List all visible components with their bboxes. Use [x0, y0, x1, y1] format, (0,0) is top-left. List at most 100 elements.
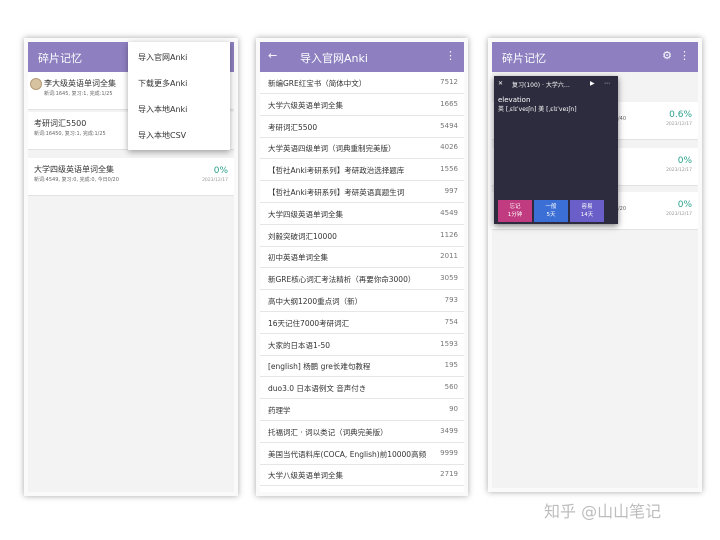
more-vert-icon[interactable]: ⋮ — [445, 49, 456, 62]
deck-row-name: 大学四级英语单词全集 — [268, 209, 343, 219]
deck-row-count: 793 — [444, 296, 458, 304]
gear-icon[interactable]: ⚙ — [662, 49, 672, 62]
deck-row-count: 3059 — [440, 274, 458, 283]
deck-row[interactable]: 新GRE核心词汇考法精析（再要你命3000） 3059 — [260, 268, 464, 291]
deck-list: 新编GRE红宝书（简体中文） 7512 大学六级英语单词全集 1665 考研词汇5500… — [260, 72, 464, 492]
deck-row-count: 2011 — [440, 252, 458, 261]
deck-row[interactable]: 药理学 90 — [260, 399, 464, 421]
deck-date: 2023/12/17 — [666, 122, 692, 127]
menu-item-import-local-anki[interactable]: 导入本地Anki — [138, 104, 187, 115]
deck-row[interactable]: duo3.0 日本语例文 音声付き 560 — [260, 377, 464, 400]
deck-row-name: duo3.0 日本语例文 音声付き — [268, 384, 367, 394]
deck-row[interactable]: 新编GRE红宝书（简体中文） 7512 — [260, 72, 464, 94]
deck-row[interactable]: 美国当代语料库(COCA, English)前10000高频 9999 — [260, 443, 464, 465]
answer-normal-button[interactable]: 一般 5天 — [534, 200, 568, 222]
watermark: 知乎 @山山笔记 — [544, 502, 662, 521]
close-icon[interactable]: ✕ — [498, 80, 503, 87]
deck-date: 2023/12/17 — [202, 178, 228, 183]
menu-item-import-local-csv[interactable]: 导入本地CSV — [138, 130, 186, 141]
review-word: elevation — [498, 96, 531, 104]
deck-info: /20 — [618, 206, 627, 212]
answer-label: 一般 — [545, 204, 557, 210]
deck-row-count: 4026 — [440, 143, 458, 152]
deck-row-count: 1126 — [440, 230, 458, 239]
phone-screen-review: 碎片记忆 ⚙ ⋮ /40 0.6% 2023/12/17 0% 2023/12/… — [488, 38, 702, 492]
overflow-menu: 导入官网Anki 下载更多Anki 导入本地Anki 导入本地CSV — [128, 42, 230, 150]
deck-row-count: 9999 — [440, 448, 458, 457]
deck-row-count: 4549 — [440, 208, 458, 217]
deck-row-count: 195 — [444, 361, 458, 370]
phone-screen-import-list: ← 导入官网Anki ⋮ 新编GRE红宝书（简体中文） 7512 大学六级英语单词全… — [256, 38, 468, 496]
deck-row-count: 90 — [449, 405, 458, 413]
deck-progress: 0% — [213, 166, 228, 176]
deck-row[interactable]: 大学四级英语单词全集 4549 — [260, 203, 464, 225]
deck-item[interactable]: 大学四级英语单词全集 新词:4549, 复习:0, 完成:0, 今日0/20 0… — [28, 158, 234, 196]
deck-row-name: 【哲社Anki考研系列】考研英语真题生词 — [268, 188, 405, 197]
deck-row-name: [english] 杨鹏 gre长难句教程 — [268, 362, 371, 372]
deck-row-count: 1556 — [440, 165, 458, 174]
deck-row-name: 大学英语四级单词（词典重制完美版） — [268, 144, 396, 154]
avatar — [30, 78, 42, 90]
deck-row-count: 560 — [444, 383, 458, 392]
page-title: 导入官网Anki — [300, 52, 368, 65]
arrow-left-icon[interactable]: ← — [268, 49, 277, 62]
deck-row[interactable]: 初中英语单词全集 2011 — [260, 246, 464, 269]
deck-row-name: 考研词汇5500 — [268, 122, 318, 132]
deck-row-count: 1593 — [440, 339, 458, 348]
deck-info: 新词:4549, 复习:0, 完成:0, 今日0/20 — [34, 177, 119, 183]
deck-info: 新词:1645, 复习:1, 完成:1/25 — [44, 91, 113, 97]
deck-row-name: 大家的日本语1-50 — [268, 340, 331, 350]
deck-date: 2023/12/17 — [666, 212, 692, 217]
deck-row-name: 托福词汇 · 词以类记（词典完美版） — [268, 427, 388, 437]
deck-row-count: 1665 — [440, 99, 458, 108]
answer-label: 忘记 — [509, 204, 521, 210]
deck-row-name: 初中英语单词全集 — [268, 253, 328, 263]
deck-row-name: 新GRE核心词汇考法精析（再要你命3000） — [268, 275, 416, 285]
answer-easy-button[interactable]: 容易 14天 — [570, 200, 604, 222]
deck-row-count: 5494 — [440, 121, 458, 130]
answer-label: 容易 — [581, 204, 593, 210]
answer-interval: 1分钟 — [507, 212, 523, 218]
answer-interval: 14天 — [580, 212, 594, 218]
answer-forgot-button[interactable]: 忘记 1分钟 — [498, 200, 532, 222]
deck-row[interactable]: 刘毅突破词汇10000 1126 — [260, 225, 464, 247]
deck-row[interactable]: 大学英语四级单词（词典重制完美版） 4026 — [260, 137, 464, 160]
deck-info: 新词:16450, 复习:1, 完成:1/25 — [34, 131, 106, 137]
deck-row-name: 药理学 — [268, 406, 291, 415]
deck-row[interactable]: 考研词汇5500 5494 — [260, 116, 464, 138]
deck-row[interactable]: 【哲社Anki考研系列】考研英语真题生词 997 — [260, 181, 464, 203]
deck-progress: 0.6% — [669, 110, 692, 120]
app-title: 碎片记忆 — [502, 52, 546, 65]
deck-name: 考研词汇5500 — [34, 119, 87, 128]
deck-row-count: 2719 — [440, 470, 458, 479]
deck-progress: 0% — [677, 200, 692, 210]
deck-row[interactable]: 【哲社Anki考研系列】考研政治选择题库 1556 — [260, 159, 464, 182]
deck-name: 大学四级英语单词全集 — [34, 165, 114, 174]
deck-row[interactable]: 16天记住7000考研词汇 754 — [260, 312, 464, 334]
deck-row-name: 刘毅突破词汇10000 — [268, 231, 337, 241]
deck-row-name: 新编GRE红宝书（简体中文） — [268, 79, 367, 88]
deck-row[interactable]: [english] 杨鹏 gre长难句教程 195 — [260, 355, 464, 378]
deck-row-name: 高中大纲1200重点词（新） — [268, 297, 363, 306]
deck-row[interactable]: 大学八级英语单词全集 2719 — [260, 464, 464, 487]
deck-row[interactable]: 托福词汇 · 词以类记（词典完美版） 3499 — [260, 421, 464, 443]
deck-row-count: 997 — [444, 187, 458, 195]
menu-item-download-more[interactable]: 下载更多Anki — [138, 78, 187, 89]
deck-name: 李大级英语单词全集 — [44, 79, 116, 88]
app-title: 碎片记忆 — [38, 52, 82, 65]
more-horiz-icon[interactable]: ⋯ — [604, 80, 610, 87]
deck-row-count: 3499 — [440, 426, 458, 435]
deck-row-count: 7512 — [440, 78, 458, 86]
answer-interval: 5天 — [546, 212, 556, 218]
deck-row-name: 【哲社Anki考研系列】考研政治选择题库 — [268, 166, 405, 176]
deck-row[interactable]: 大家的日本语1-50 1593 — [260, 334, 464, 356]
phone-screen-deck-list: 碎片记忆 李大级英语单词全集 新词:1645, 复习:1, 完成:1/25 考研… — [24, 38, 238, 496]
deck-row-count: 754 — [444, 317, 458, 326]
deck-row[interactable]: 大学六级英语单词全集 1665 — [260, 94, 464, 116]
more-vert-icon[interactable]: ⋮ — [679, 49, 690, 62]
deck-row[interactable]: 高中大纲1200重点词（新） 793 — [260, 290, 464, 312]
deck-row-name: 大学六级英语单词全集 — [268, 100, 343, 110]
menu-item-import-official[interactable]: 导入官网Anki — [138, 52, 187, 63]
play-icon[interactable]: ▶ — [590, 80, 595, 87]
deck-info: /40 — [618, 116, 627, 122]
